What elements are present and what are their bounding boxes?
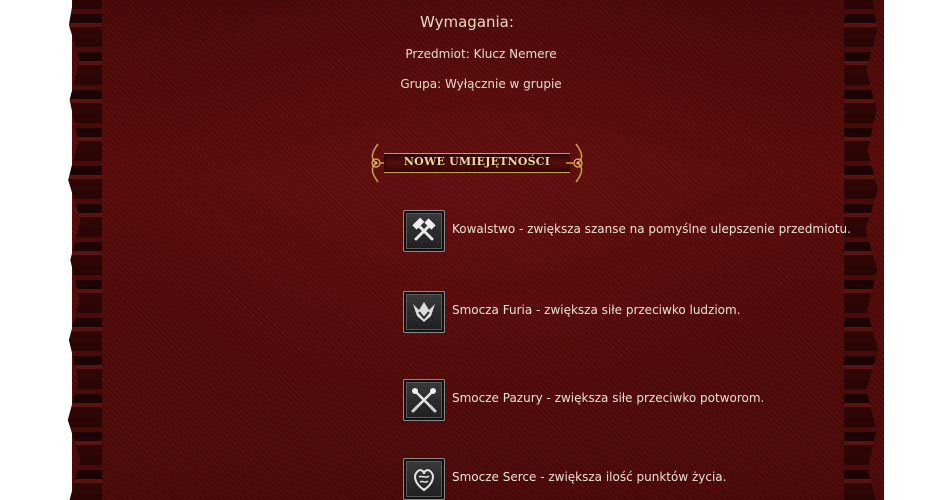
section-title: NOWE UMIEJĘTNOŚCI xyxy=(403,155,551,168)
skill-description: Smocze Serce - zwiększa ilość punktów ży… xyxy=(452,470,727,484)
requirement-group: Grupa: Wyłącznie w grupie xyxy=(400,77,562,91)
banner-right-ornament-icon xyxy=(566,143,583,183)
skill-item-smocza-furia: Smocza Furia - zwiększa siłe przeciwko l… xyxy=(403,291,863,335)
skill-description: Smocze Pazury - zwiększa siłe przeciwko … xyxy=(452,391,765,405)
skill-item-smocze-pazury: Smocze Pazury - zwiększa siłe przeciwko … xyxy=(403,379,863,423)
skill-description: Kowalstwo - zwiększa szanse na pomyślne … xyxy=(452,222,851,236)
hammer-crossed-icon xyxy=(403,210,445,252)
dragon-claws-icon xyxy=(403,379,445,421)
section-banner: NOWE UMIEJĘTNOŚCI xyxy=(366,142,588,184)
skill-item-smocze-serce: Smocze Serce - zwiększa ilość punktów ży… xyxy=(403,458,863,500)
dragon-fury-icon xyxy=(403,291,445,333)
requirement-item: Przedmiot: Klucz Nemere xyxy=(405,47,557,61)
requirements-title: Wymagania: xyxy=(420,13,514,31)
page: Wymagania: Przedmiot: Klucz Nemere Grupa… xyxy=(0,0,934,500)
skill-description: Smocza Furia - zwiększa siłe przeciwko l… xyxy=(452,303,741,317)
skill-item-kowalstwo: Kowalstwo - zwiększa szanse na pomyślne … xyxy=(403,210,863,254)
dragon-heart-icon xyxy=(403,458,445,500)
